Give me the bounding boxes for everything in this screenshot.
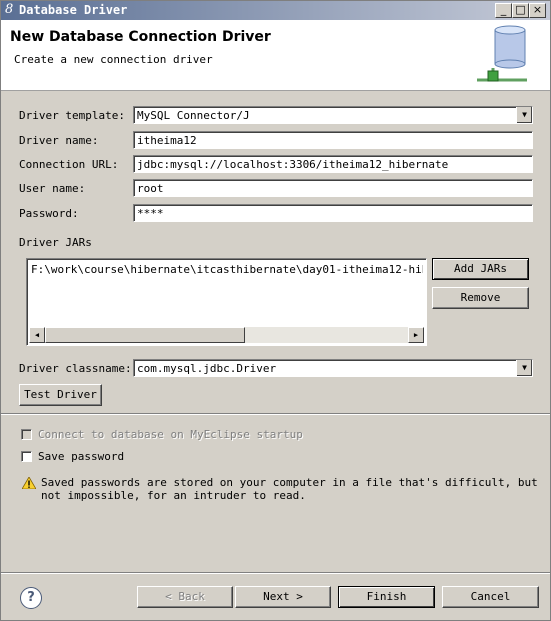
driver-classname-label: Driver classname: (19, 362, 132, 375)
help-icon[interactable]: ? (20, 587, 42, 609)
driver-name-label: Driver name: (19, 134, 99, 147)
connection-url-label: Connection URL: (19, 158, 119, 171)
user-name-label: User name: (19, 182, 86, 195)
driver-classname-value: com.mysql.jdbc.Driver (137, 362, 277, 375)
cancel-button[interactable]: Cancel (442, 586, 539, 608)
add-jars-button[interactable]: Add JARs (432, 258, 529, 280)
page-title: New Database Connection Driver (10, 29, 271, 45)
database-icon (477, 25, 527, 82)
template-label: Driver template: (19, 109, 125, 122)
minimize-button[interactable]: _ (495, 3, 512, 18)
connect-startup-checkbox[interactable] (21, 429, 32, 440)
password-field[interactable]: **** (133, 204, 533, 222)
template-select[interactable]: MySQL Connector/J ▼ (133, 106, 533, 124)
back-button[interactable]: < Back (137, 586, 233, 608)
page-description: Create a new connection driver (14, 53, 213, 66)
remove-button[interactable]: Remove (432, 287, 529, 309)
test-driver-button[interactable]: Test Driver (19, 384, 102, 406)
warning-icon (22, 477, 36, 489)
password-label: Password: (19, 207, 79, 220)
scroll-left-icon[interactable]: ◀ (29, 327, 45, 343)
eclipse-icon: 8 (5, 2, 14, 17)
connect-startup-label: Connect to database on MyEclipse startup (38, 428, 303, 441)
template-value: MySQL Connector/J (137, 109, 250, 122)
wizard-header: New Database Connection Driver Create a … (1, 20, 550, 91)
driver-classname-select[interactable]: com.mysql.jdbc.Driver ▼ (133, 359, 533, 377)
horizontal-scrollbar[interactable]: ◀ ▶ (29, 327, 424, 343)
finish-button[interactable]: Finish (338, 586, 435, 608)
footer-divider (1, 572, 550, 574)
database-driver-dialog: 8 Database Driver _ □ × New Database Con… (0, 0, 551, 621)
warning-text-line2: not impossible, for an intruder to read. (41, 489, 306, 502)
close-button[interactable]: × (529, 3, 546, 18)
next-button[interactable]: Next > (235, 586, 331, 608)
divider (1, 413, 550, 415)
driver-name-field[interactable]: itheima12 (133, 131, 533, 149)
connection-url-field[interactable]: jdbc:mysql://localhost:3306/itheima12_hi… (133, 155, 533, 173)
driver-jars-list[interactable]: F:\work\course\hibernate\itcasthibernate… (26, 258, 427, 346)
maximize-button[interactable]: □ (512, 3, 529, 18)
scroll-right-icon[interactable]: ▶ (408, 327, 424, 343)
save-password-checkbox[interactable] (21, 451, 32, 462)
chevron-down-icon[interactable]: ▼ (516, 107, 532, 123)
title-bar[interactable]: 8 Database Driver _ □ × (1, 1, 550, 20)
chevron-down-icon[interactable]: ▼ (516, 360, 532, 376)
user-name-field[interactable]: root (133, 179, 533, 197)
window-title: Database Driver (19, 3, 128, 17)
save-password-label: Save password (38, 450, 125, 463)
scroll-thumb[interactable] (45, 327, 245, 343)
driver-jars-label: Driver JARs (19, 236, 92, 249)
warning-text-line1: Saved passwords are stored on your compu… (41, 476, 538, 489)
list-item[interactable]: F:\work\course\hibernate\itcasthibernate… (31, 263, 423, 276)
